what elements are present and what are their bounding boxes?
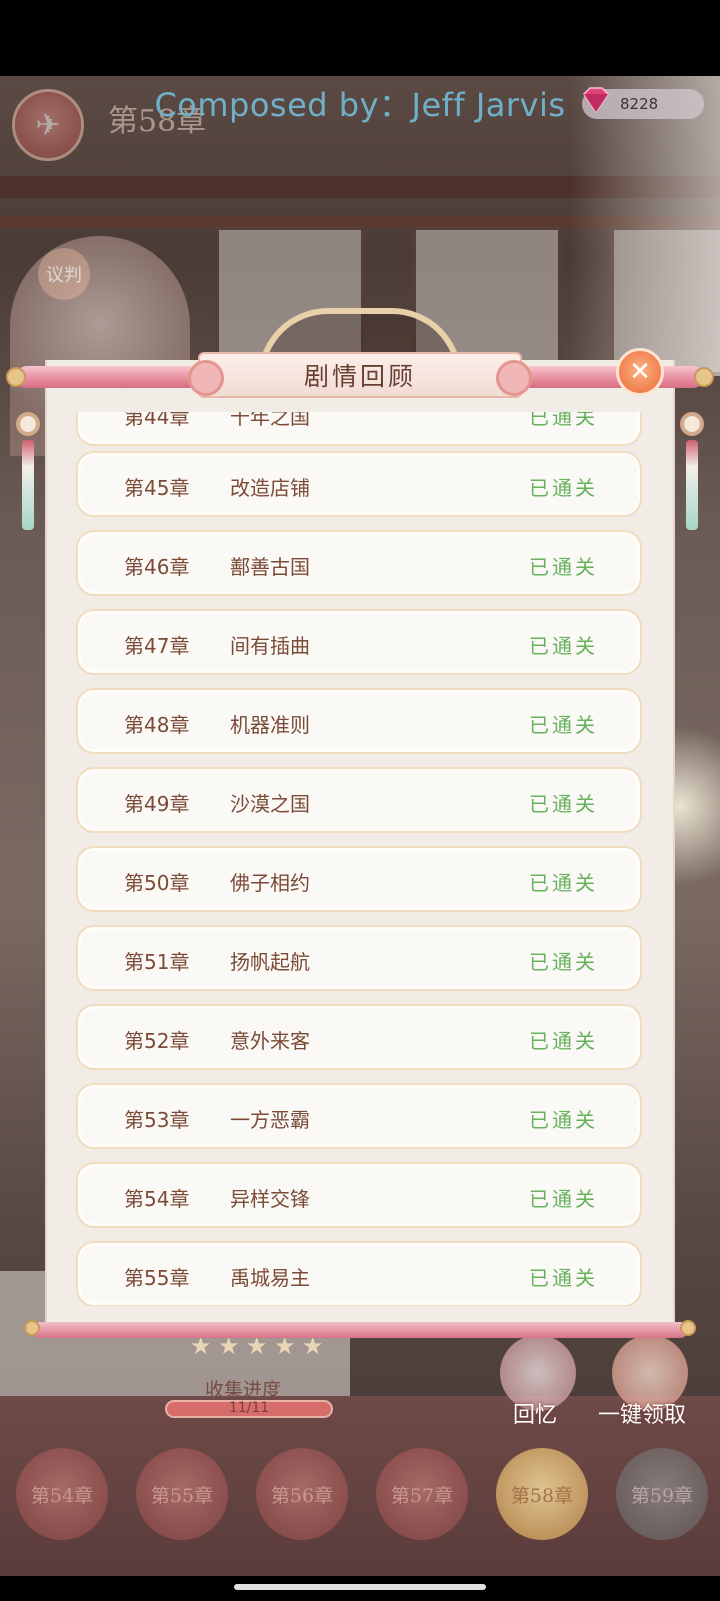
chapter-name: 沙漠之国	[230, 792, 310, 816]
collection-progress-text: 11/11	[228, 1400, 270, 1416]
chapter-node[interactable]: 第55章	[136, 1448, 228, 1540]
rod-cap	[6, 367, 26, 387]
chapter-row[interactable]: 第46章 鄯善古国 已通关	[76, 530, 642, 596]
chapter-number: 第55章	[124, 1266, 190, 1290]
chapter-row[interactable]: 第50章 佛子相约 已通关	[76, 846, 642, 912]
chapter-status: 已通关	[529, 412, 598, 429]
chapter-name: 佛子相约	[230, 871, 310, 895]
claim-all-label: 一键领取	[598, 1403, 687, 1428]
chapter-row[interactable]: 第45章 改造店铺 已通关	[76, 451, 642, 517]
dialog-title-plaque: 剧情回顾	[188, 352, 532, 398]
home-indicator[interactable]	[234, 1584, 486, 1590]
judge-badge[interactable]: 议判	[38, 248, 90, 300]
chapter-node[interactable]: 第56章	[256, 1448, 348, 1540]
chapter-number: 第45章	[124, 476, 190, 500]
chapter-number: 第47章	[124, 634, 190, 658]
chapter-node[interactable]: 第57章	[376, 1448, 468, 1540]
chapter-node[interactable]: 第54章	[16, 1448, 108, 1540]
chapter-number: 第46章	[124, 555, 190, 579]
chapter-name: 间有插曲	[230, 634, 310, 658]
chapter-status: 已通关	[529, 871, 598, 895]
chapter-row[interactable]: 第49章 沙漠之国 已通关	[76, 767, 642, 833]
chapter-name: 意外来客	[230, 1029, 310, 1053]
chapter-status: 已通关	[529, 1029, 598, 1053]
chapter-status: 已通关	[529, 476, 598, 500]
chapter-number: 第50章	[124, 871, 190, 895]
chapter-name: 一方恶霸	[230, 1108, 310, 1132]
chapter-number: 第49章	[124, 792, 190, 816]
chapter-status: 已通关	[529, 792, 598, 816]
rod-cap	[24, 1320, 40, 1336]
chapter-node-current[interactable]: 第58章	[496, 1448, 588, 1540]
chapter-name: 禹城易主	[230, 1266, 310, 1290]
chapter-row[interactable]: 第47章 间有插曲 已通关	[76, 609, 642, 675]
memory-label: 回忆	[513, 1403, 558, 1428]
close-icon: ✕	[629, 357, 651, 387]
rod-cap	[694, 367, 714, 387]
chapter-name: 千年之国	[230, 412, 310, 429]
chapter-status: 已通关	[529, 950, 598, 974]
chapter-row[interactable]: 第52章 意外来客 已通关	[76, 1004, 642, 1070]
chapter-status: 已通关	[529, 1108, 598, 1132]
chapter-number: 第51章	[124, 950, 190, 974]
chapter-row[interactable]: 第54章 异样交锋 已通关	[76, 1162, 642, 1228]
chapter-status: 已通关	[529, 713, 598, 737]
chapter-node-locked[interactable]: 第59章	[616, 1448, 708, 1540]
chapter-status: 已通关	[529, 555, 598, 579]
chapter-number: 第52章	[124, 1029, 190, 1053]
chapter-row[interactable]: 第51章 扬帆起航 已通关	[76, 925, 642, 991]
tassel-left	[16, 412, 40, 562]
scroll-rod-bottom	[32, 1322, 688, 1338]
chapter-row[interactable]: 第53章 一方恶霸 已通关	[76, 1083, 642, 1149]
chapter-number: 第54章	[124, 1187, 190, 1211]
chapter-number: 第48章	[124, 713, 190, 737]
collection-label: 收集进度	[205, 1379, 282, 1401]
chapter-name: 机器准则	[230, 713, 310, 737]
chapter-status: 已通关	[529, 634, 598, 658]
chapter-selector: 第54章 第55章 第56章 第57章 第58章 第59章	[0, 1448, 720, 1548]
watermark-text: Composed by：Jeff Jarvis	[154, 86, 566, 124]
tassel-right	[680, 412, 704, 562]
chapter-row[interactable]: 第44章 千年之国 已通关	[76, 412, 642, 446]
close-button[interactable]: ✕	[616, 348, 664, 396]
rod-cap	[680, 1320, 696, 1336]
chapter-list[interactable]: 第44章 千年之国 已通关 第45章 改造店铺 已通关 第46章 鄯善古国 已通关 第47章…	[76, 412, 642, 1306]
chapter-name: 鄯善古国	[230, 555, 310, 579]
chapter-status: 已通关	[529, 1266, 598, 1290]
chapter-number: 第44章	[124, 412, 190, 429]
chapter-row[interactable]: 第55章 禹城易主 已通关	[76, 1241, 642, 1306]
chapter-name: 改造店铺	[230, 476, 310, 500]
chapter-name: 异样交锋	[230, 1187, 310, 1211]
chapter-row[interactable]: 第48章 机器准则 已通关	[76, 688, 642, 754]
chapter-number: 第53章	[124, 1108, 190, 1132]
dialog-title: 剧情回顾	[303, 362, 416, 391]
chapter-name: 扬帆起航	[230, 950, 310, 974]
chapter-status: 已通关	[529, 1187, 598, 1211]
